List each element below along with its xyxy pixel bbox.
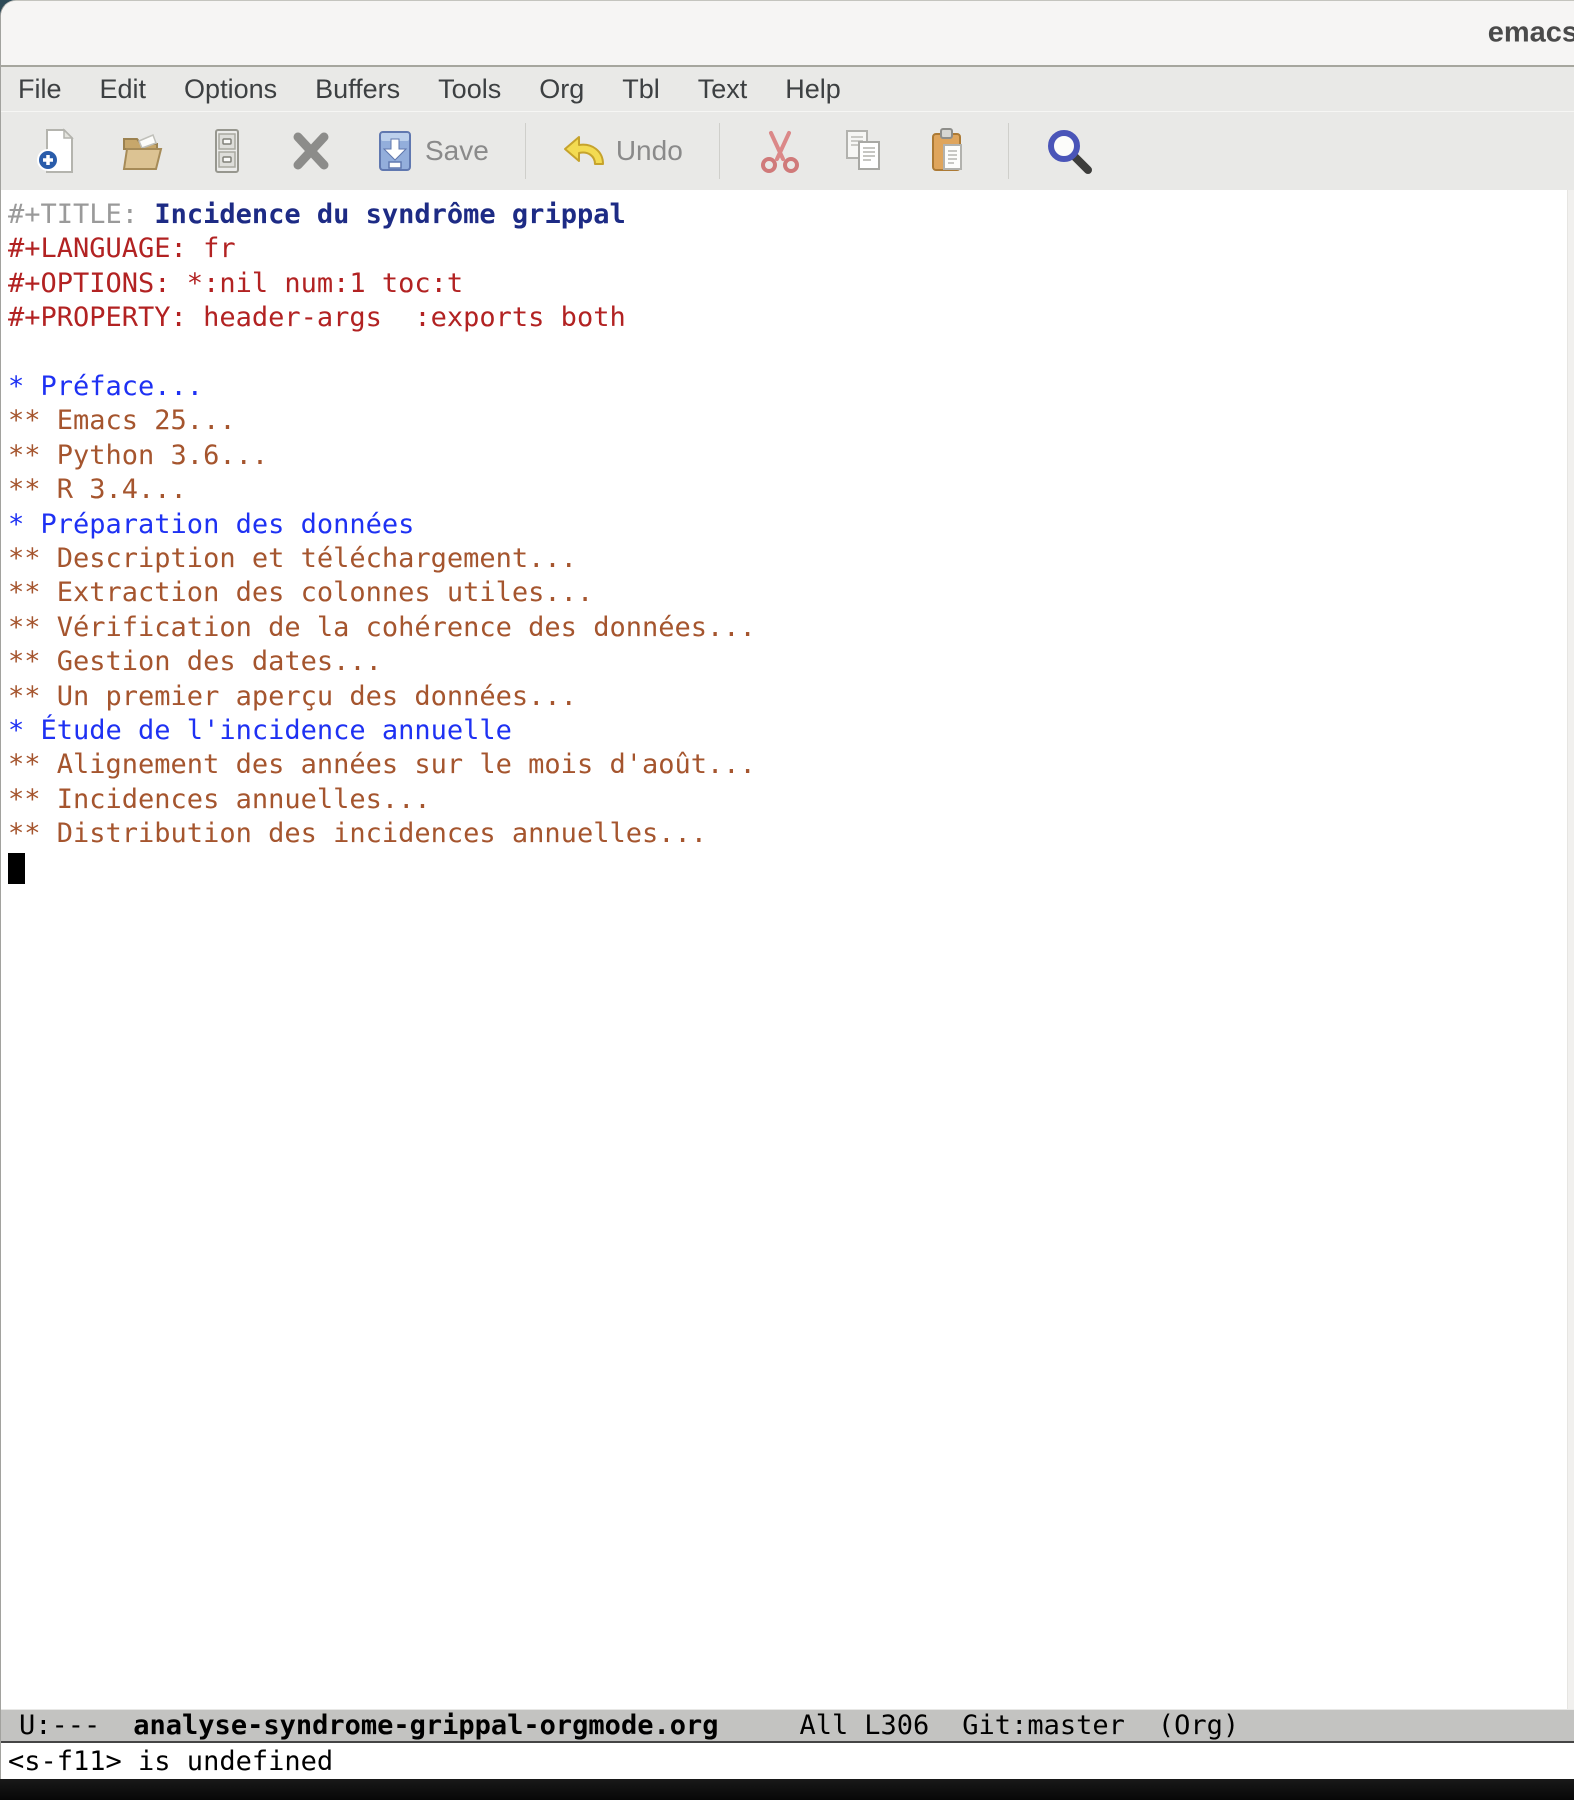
- save-icon: [371, 127, 419, 175]
- buffer-line[interactable]: ** Vérification de la cohérence des donn…: [8, 611, 1574, 645]
- buffer-text: #+TITLE: Incidence du syndrôme grippal#+…: [1, 190, 1574, 886]
- org-meta: #+OPTIONS: *:nil num:1 toc:t: [8, 268, 463, 299]
- menu-item-tbl[interactable]: Tbl: [622, 74, 660, 105]
- menu-bar: File Edit Options Buffers Tools Org Tbl Text Hel…: [1, 67, 1574, 111]
- buffer-line[interactable]: ** Distribution des incidences annuelles…: [8, 817, 1574, 851]
- org-h2: ** R 3.4...: [8, 474, 187, 505]
- modeline-status: U:---: [19, 1710, 100, 1741]
- buffer-line[interactable]: ** Alignement des années sur le mois d'a…: [8, 748, 1574, 782]
- close-icon: [287, 127, 335, 175]
- buffer-line[interactable]: #+TITLE: Incidence du syndrôme grippal: [8, 198, 1574, 232]
- tool-bar: Save Undo: [1, 111, 1574, 190]
- toolbar-separator: [719, 123, 720, 179]
- toolbar-button-copy[interactable]: [840, 127, 888, 175]
- text-cursor: [8, 853, 25, 884]
- org-doc-title: Incidence du syndrôme grippal: [154, 199, 625, 230]
- org-h2: ** Un premier aperçu des données...: [8, 681, 577, 712]
- toolbar-button-save[interactable]: Save: [371, 127, 489, 175]
- org-meta: #+PROPERTY: header-args :exports both: [8, 302, 626, 333]
- modeline-vcs-branch: Git:master: [962, 1710, 1125, 1741]
- window-title: emacs: [1488, 17, 1574, 50]
- menu-item-help[interactable]: Help: [785, 74, 841, 105]
- buffer-line[interactable]: * Préparation des données: [8, 508, 1574, 542]
- menu-item-edit[interactable]: Edit: [100, 74, 147, 105]
- mode-line: U:--- analyse-syndrome-grippal-orgmode.o…: [1, 1709, 1574, 1743]
- org-meta-kw: #+TITLE:: [8, 199, 154, 230]
- org-h2: ** Description et téléchargement...: [8, 543, 577, 574]
- toolbar-separator: [1008, 123, 1009, 179]
- emacs-window: emacs File Edit Options Buffers Tools Org Tbl T…: [0, 0, 1574, 1779]
- toolbar-button-open-folder[interactable]: [119, 127, 167, 175]
- org-h1: * Préparation des données: [8, 509, 414, 540]
- buffer-line[interactable]: ** Extraction des colonnes utiles...: [8, 576, 1574, 610]
- open-folder-icon: [119, 127, 167, 175]
- echo-message: <s-f11> is undefined: [8, 1746, 333, 1777]
- buffer-line[interactable]: ** Gestion des dates...: [8, 645, 1574, 679]
- search-icon: [1045, 127, 1093, 175]
- modeline-position: All: [799, 1710, 848, 1741]
- toolbar-button-new-file[interactable]: [35, 127, 83, 175]
- undo-icon: [562, 127, 610, 175]
- buffer-line[interactable]: ** R 3.4...: [8, 473, 1574, 507]
- file-cabinet-icon: [203, 127, 251, 175]
- buffer-line[interactable]: ** Emacs 25...: [8, 404, 1574, 438]
- buffer-line[interactable]: #+LANGUAGE: fr: [8, 232, 1574, 266]
- buffer-line[interactable]: [8, 336, 1574, 370]
- org-h1: * Étude de l'incidence annuelle: [8, 715, 512, 746]
- menu-item-options[interactable]: Options: [184, 74, 277, 105]
- org-h2: ** Extraction des colonnes utiles...: [8, 577, 593, 608]
- org-h2: ** Alignement des années sur le mois d'a…: [8, 749, 756, 780]
- buffer-line[interactable]: #+OPTIONS: *:nil num:1 toc:t: [8, 267, 1574, 301]
- new-file-icon: [35, 127, 83, 175]
- buffer[interactable]: #+TITLE: Incidence du syndrôme grippal#+…: [1, 190, 1574, 1709]
- org-h2: ** Gestion des dates...: [8, 646, 382, 677]
- buffer-line[interactable]: ** Python 3.6...: [8, 439, 1574, 473]
- menu-item-org[interactable]: Org: [539, 74, 584, 105]
- toolbar-button-paste[interactable]: [924, 127, 972, 175]
- modeline-line-number: L306: [864, 1710, 929, 1741]
- org-h2: ** Distribution des incidences annuelles…: [8, 818, 707, 849]
- toolbar-label-save: Save: [425, 135, 489, 167]
- menu-item-buffers[interactable]: Buffers: [315, 74, 400, 105]
- cut-icon: [756, 127, 804, 175]
- scrollbar-trough[interactable]: [1567, 190, 1574, 1709]
- org-h2: ** Incidences annuelles...: [8, 784, 431, 815]
- modeline-major-mode: (Org): [1158, 1710, 1239, 1741]
- org-h2: ** Emacs 25...: [8, 405, 236, 436]
- org-meta: #+LANGUAGE: fr: [8, 233, 236, 264]
- buffer-line[interactable]: * Étude de l'incidence annuelle: [8, 714, 1574, 748]
- buffer-line[interactable]: [8, 852, 1574, 886]
- toolbar-button-undo[interactable]: Undo: [562, 127, 683, 175]
- paste-icon: [924, 127, 972, 175]
- buffer-line[interactable]: ** Un premier aperçu des données...: [8, 680, 1574, 714]
- modeline-buffer-name: analyse-syndrome-grippal-orgmode.org: [133, 1710, 718, 1741]
- copy-icon: [840, 127, 888, 175]
- toolbar-label-undo: Undo: [616, 135, 683, 167]
- echo-area[interactable]: <s-f11> is undefined: [1, 1743, 1574, 1779]
- buffer-line[interactable]: * Préface...: [8, 370, 1574, 404]
- title-bar[interactable]: emacs: [1, 1, 1574, 67]
- org-h1: * Préface...: [8, 371, 203, 402]
- menu-item-text[interactable]: Text: [698, 74, 748, 105]
- buffer-line[interactable]: #+PROPERTY: header-args :exports both: [8, 301, 1574, 335]
- desktop-bottom-bar: [0, 1779, 1574, 1800]
- toolbar-button-search[interactable]: [1045, 127, 1093, 175]
- org-h2: ** Python 3.6...: [8, 440, 268, 471]
- menu-item-tools[interactable]: Tools: [438, 74, 501, 105]
- buffer-line[interactable]: ** Description et téléchargement...: [8, 542, 1574, 576]
- buffer-line[interactable]: ** Incidences annuelles...: [8, 783, 1574, 817]
- toolbar-button-close[interactable]: [287, 127, 335, 175]
- org-h2: ** Vérification de la cohérence des donn…: [8, 612, 756, 643]
- toolbar-separator: [525, 123, 526, 179]
- toolbar-button-cut[interactable]: [756, 127, 804, 175]
- toolbar-button-file-cabinet[interactable]: [203, 127, 251, 175]
- menu-item-file[interactable]: File: [18, 74, 62, 105]
